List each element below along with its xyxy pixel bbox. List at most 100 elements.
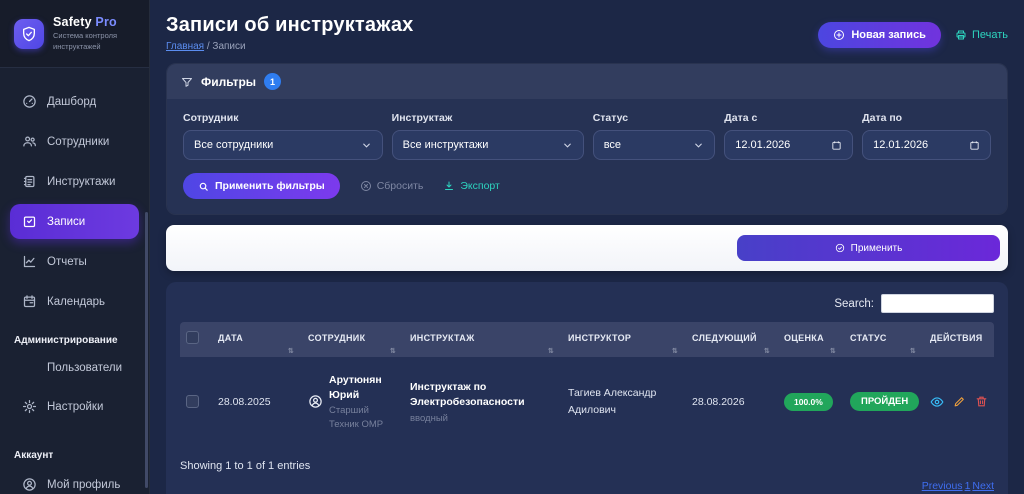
sidebar-item-profile[interactable]: Мой профиль — [10, 467, 139, 494]
column-header-instruction[interactable]: ИНСТРУКТАЖ⇅ — [404, 322, 562, 357]
sidebar-item-settings[interactable]: Настройки — [10, 389, 139, 424]
apply-filters-button[interactable]: Применить фильтры — [183, 173, 340, 199]
sidebar-item-calendar[interactable]: Календарь — [10, 284, 139, 319]
row-checkbox[interactable] — [186, 395, 199, 408]
sidebar-item-dashboard[interactable]: Дашборд — [10, 84, 139, 119]
main-content: Записи об инструктажах Главная / Записи … — [150, 0, 1024, 494]
column-header-next[interactable]: СЛЕДУЮЩИЙ⇅ — [686, 322, 778, 357]
table-row: 28.08.2025 Арутюнян Юрий Старший Техник … — [180, 357, 994, 447]
page-title: Записи об инструктажах — [166, 14, 414, 37]
users-icon — [22, 134, 37, 149]
sidebar-item-employees[interactable]: Сотрудники — [10, 124, 139, 159]
date-to-input[interactable]: 12.01.2026 — [862, 130, 991, 160]
column-header-score[interactable]: ОЦЕНКА⇅ — [778, 322, 844, 357]
app-subtitle: Система контроля инструктажей — [53, 31, 137, 51]
header-actions: Новая запись Печать — [818, 22, 1008, 48]
page-title-block: Записи об инструктажах Главная / Записи — [166, 14, 414, 52]
filter-actions-row: Применить фильтры Сбросить Экспорт — [183, 173, 991, 199]
sort-icon[interactable]: ⇅ — [390, 347, 396, 355]
status-badge: ПРОЙДЕН — [850, 392, 919, 411]
sort-icon[interactable]: ⇅ — [764, 347, 770, 355]
edit-icon[interactable] — [953, 395, 966, 408]
apply-button[interactable]: Применить — [737, 235, 1000, 261]
employee-select[interactable]: Все сотрудники — [183, 130, 383, 160]
instruction-select[interactable]: Все инструктажи — [392, 130, 584, 160]
print-button[interactable]: Печать — [955, 29, 1008, 41]
filters-count-badge: 1 — [264, 73, 281, 90]
cell-status: ПРОЙДЕН — [844, 357, 924, 447]
chevron-down-icon — [693, 140, 704, 151]
pagination-previous[interactable]: Previous — [922, 480, 963, 492]
filters-title: Фильтры — [201, 75, 256, 89]
sidebar-item-instructions[interactable]: Инструктажи — [10, 164, 139, 199]
select-all-checkbox[interactable] — [186, 331, 199, 344]
sidebar-item-reports[interactable]: Отчеты — [10, 244, 139, 279]
employee-title: Старший Техник ОМР — [329, 404, 398, 431]
reset-filters-button[interactable]: Сбросить — [360, 180, 424, 192]
table-search-row: Search: — [180, 294, 994, 313]
cell-instructor: Тагиев Александр Адилович — [562, 357, 686, 447]
sidebar-nav: Дашборд Сотрудники Инструктажи Записи — [0, 68, 149, 494]
sidebar-item-records[interactable]: Записи — [10, 204, 139, 239]
gear-icon — [22, 399, 37, 414]
sort-icon[interactable]: ⇅ — [910, 347, 916, 355]
search-label: Search: — [834, 298, 874, 310]
column-header-date[interactable]: ДАТА⇅ — [212, 322, 302, 357]
sort-icon[interactable]: ⇅ — [672, 347, 678, 355]
column-header-instructor[interactable]: ИНСТРУКТОР⇅ — [562, 322, 686, 357]
x-circle-icon — [360, 180, 372, 192]
status-select[interactable]: все — [593, 130, 716, 160]
search-icon — [198, 181, 209, 192]
instruction-name: Инструктаж по Электробезопасности — [410, 380, 556, 412]
cell-next-date: 28.08.2026 — [686, 357, 778, 447]
check-circle-icon — [835, 243, 845, 253]
pagination-next[interactable]: Next — [972, 480, 994, 492]
sidebar-section-account: Аккаунт — [14, 450, 135, 461]
pagination: Previous 1 Next — [180, 480, 994, 492]
sort-icon[interactable]: ⇅ — [830, 347, 836, 355]
column-header-actions: ДЕЙСТВИЯ — [924, 322, 994, 357]
chart-line-icon — [22, 254, 37, 269]
delete-icon[interactable] — [975, 395, 988, 408]
user-circle-icon — [308, 394, 323, 409]
shield-check-icon — [14, 19, 44, 49]
filter-field-instruction: Инструктаж Все инструктажи — [392, 112, 584, 160]
app-title-block: Safety Pro Система контроля инструктажей — [53, 15, 137, 51]
search-input[interactable] — [881, 294, 994, 313]
column-header-employee[interactable]: СОТРУДНИК⇅ — [302, 322, 404, 357]
filter-field-date-to: Дата по 12.01.2026 — [862, 112, 991, 160]
filters-header[interactable]: Фильтры 1 — [167, 64, 1007, 99]
filter-fields-row: Сотрудник Все сотрудники Инструктаж Все … — [183, 112, 991, 160]
date-from-input[interactable]: 12.01.2026 — [724, 130, 853, 160]
select-all-header — [180, 322, 212, 357]
sidebar-scrollbar[interactable] — [145, 212, 148, 488]
sidebar-item-users[interactable]: Пользователи — [10, 352, 139, 384]
user-circle-icon — [22, 477, 37, 492]
pagination-page-1[interactable]: 1 — [965, 480, 971, 492]
breadcrumb-home-link[interactable]: Главная — [166, 41, 204, 52]
chevron-down-icon — [562, 140, 573, 151]
new-record-button[interactable]: Новая запись — [818, 22, 941, 48]
sort-icon[interactable]: ⇅ — [548, 347, 554, 355]
cell-instruction: Инструктаж по Электробезопасности вводны… — [404, 357, 562, 447]
column-header-status[interactable]: СТАТУС⇅ — [844, 322, 924, 357]
filter-funnel-icon — [181, 76, 193, 88]
view-icon[interactable] — [930, 395, 944, 409]
chevron-down-icon — [361, 140, 372, 151]
filters-panel: Фильтры 1 Сотрудник Все сотрудники Инстр… — [166, 63, 1008, 215]
calendar-check-icon — [22, 214, 37, 229]
cell-score: 100.0% — [778, 357, 844, 447]
filters-body: Сотрудник Все сотрудники Инструктаж Все … — [167, 99, 1007, 214]
plus-circle-icon — [833, 29, 845, 41]
breadcrumb-current: Записи — [212, 41, 245, 52]
employee-name: Арутюнян Юрий — [329, 373, 398, 402]
filter-field-date-from: Дата с 12.01.2026 — [724, 112, 853, 160]
sort-icon[interactable]: ⇅ — [288, 347, 294, 355]
calendar-icon — [22, 294, 37, 309]
records-table-panel: Search: ДАТА⇅ СОТРУДНИК⇅ ИНСТРУКТАЖ⇅ ИНС… — [166, 282, 1008, 494]
breadcrumb-separator: / — [207, 41, 210, 52]
download-icon — [443, 180, 455, 192]
filter-field-employee: Сотрудник Все сотрудники — [183, 112, 383, 160]
calendar-icon — [969, 140, 980, 151]
export-button[interactable]: Экспорт — [443, 180, 499, 192]
